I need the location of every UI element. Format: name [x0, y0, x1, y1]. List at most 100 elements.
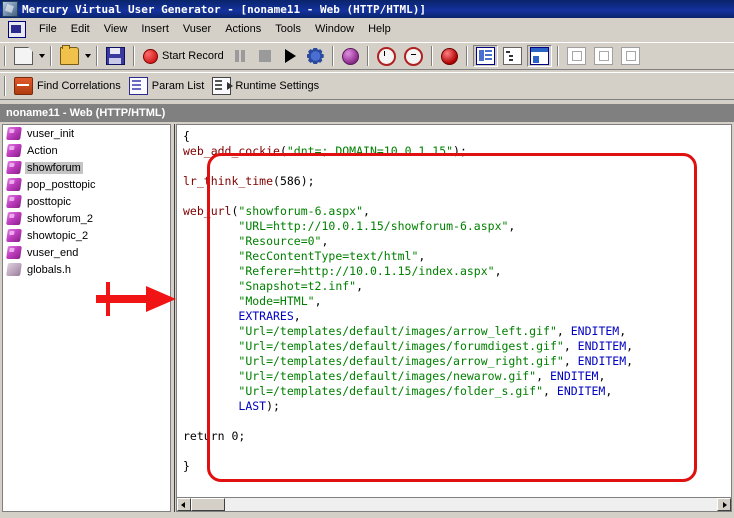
action-tree-panel[interactable]: vuser_init Action showforum pop_posttopicpo…	[2, 124, 170, 512]
secondary-toolbar: Find Correlations Param List Runtime Set…	[0, 72, 734, 100]
tree-view-icon	[475, 47, 495, 65]
main-toolbar: Start Record	[0, 42, 734, 70]
outline-view-icon	[502, 47, 522, 65]
new-document-icon	[14, 47, 33, 65]
tree-item-label: showforum_2	[27, 212, 94, 225]
compile-button[interactable]	[304, 45, 327, 67]
find-correlations-button[interactable]: Find Correlations	[11, 75, 124, 97]
clock-red-icon	[376, 46, 396, 66]
toolbar-separator	[96, 46, 98, 66]
scroll-thumb[interactable]	[191, 498, 225, 511]
tree-item-vuser-init[interactable]: vuser_init	[3, 125, 170, 142]
menu-item-help[interactable]: Help	[361, 21, 398, 37]
run-step-button[interactable]	[374, 45, 399, 67]
horizontal-scrollbar[interactable]	[177, 497, 731, 511]
code-editor-text-area[interactable]: { web_add_cockie("dnt=; DOMAIN=10.0.1.15…	[177, 125, 731, 497]
stop-square-icon	[259, 50, 272, 62]
menu-item-insert[interactable]: Insert	[134, 21, 176, 37]
tree-item-showforum-2[interactable]: showforum_2	[3, 210, 170, 227]
tree-view-button[interactable]	[472, 45, 498, 67]
step-over-button[interactable]	[591, 45, 616, 67]
document-title-text: noname11 - Web (HTTP/HTML)	[6, 107, 166, 119]
outline-view-button[interactable]	[500, 45, 525, 67]
script-code[interactable]: { web_add_cockie("dnt=; DOMAIN=10.0.1.15…	[183, 129, 731, 474]
tree-item-label: posttopic	[27, 195, 72, 208]
action-icon	[6, 161, 22, 174]
action-icon	[6, 144, 22, 157]
pane-divider[interactable]	[170, 124, 175, 512]
vuser-ball-button[interactable]	[339, 45, 362, 67]
runtime-settings-label: Runtime Settings	[235, 80, 320, 92]
script-view-button[interactable]	[526, 45, 552, 67]
window-title-text: Mercury Virtual User Generator - [noname…	[22, 2, 426, 16]
open-dropdown-chevron-down-icon[interactable]	[83, 46, 92, 66]
tree-item-label: globals.h	[27, 263, 72, 276]
globals-icon	[6, 263, 22, 276]
tree-item-label: Action	[27, 144, 58, 157]
menu-item-tools[interactable]: Tools	[268, 21, 308, 37]
stop-button[interactable]	[254, 45, 277, 67]
script-view-icon	[529, 47, 549, 65]
scroll-right-icon[interactable]	[717, 498, 731, 511]
action-icon	[6, 178, 22, 191]
find-correlations-label: Find Correlations	[37, 80, 121, 92]
step-out-button[interactable]	[618, 45, 643, 67]
param-list-button[interactable]: Param List	[126, 75, 208, 97]
open-button[interactable]	[57, 45, 82, 67]
new-button[interactable]	[11, 45, 36, 67]
toolbar-separator	[366, 46, 369, 66]
action-icon	[6, 195, 22, 208]
scroll-track[interactable]	[225, 498, 717, 511]
menu-item-window[interactable]: Window	[308, 21, 361, 37]
tree-item-showforum[interactable]: showforum	[3, 159, 170, 176]
menu-item-file[interactable]: File	[32, 21, 64, 37]
toolbar-separator	[430, 46, 433, 66]
param-list-label: Param List	[151, 80, 205, 92]
menu-item-actions[interactable]: Actions	[218, 21, 268, 37]
runtime-settings-button[interactable]: Runtime Settings	[209, 75, 322, 97]
menu-item-edit[interactable]: Edit	[64, 21, 97, 37]
think-time-button[interactable]	[401, 45, 426, 67]
save-disk-icon	[106, 47, 125, 65]
document-icon[interactable]	[8, 20, 26, 38]
correlations-icon	[14, 77, 33, 95]
toolbar-separator	[465, 46, 468, 66]
start-record-label: Start Record	[162, 50, 224, 62]
toolbar-separator	[556, 46, 559, 66]
step-into-button[interactable]	[564, 45, 589, 67]
gear-icon	[306, 48, 324, 64]
step-out-icon	[620, 47, 640, 65]
tree-item-posttopic[interactable]: posttopic	[3, 193, 170, 210]
tree-item-globals-h[interactable]: globals.h	[3, 261, 170, 278]
toolbar-separator	[331, 46, 334, 66]
menu-item-view[interactable]: View	[97, 21, 135, 37]
pause-icon	[232, 48, 249, 64]
tree-item-label: showtopic_2	[27, 229, 89, 242]
snapshot-button[interactable]	[438, 45, 461, 67]
step-over-icon	[593, 47, 613, 65]
tree-item-vuser-end[interactable]: vuser_end	[3, 244, 170, 261]
tree-item-action[interactable]: Action	[3, 142, 170, 159]
tree-item-pop-posttopic[interactable]: pop_posttopic	[3, 176, 170, 193]
mercury-app-icon[interactable]	[2, 1, 18, 17]
document-title-bar: noname11 - Web (HTTP/HTML)	[0, 104, 734, 122]
save-button[interactable]	[103, 45, 128, 67]
runtime-settings-icon	[212, 77, 234, 95]
start-record-button[interactable]: Start Record	[140, 45, 227, 67]
tree-item-label: showforum	[25, 161, 83, 174]
application-window: Mercury Virtual User Generator - [noname…	[0, 0, 734, 518]
run-button[interactable]	[279, 45, 302, 67]
scroll-left-icon[interactable]	[177, 498, 191, 511]
menu-item-vuser[interactable]: Vuser	[176, 21, 218, 37]
action-icon	[6, 127, 22, 140]
tree-item-showtopic-2[interactable]: showtopic_2	[3, 227, 170, 244]
code-editor-panel[interactable]: { web_add_cockie("dnt=; DOMAIN=10.0.1.15…	[176, 124, 732, 512]
new-dropdown-chevron-down-icon[interactable]	[37, 46, 46, 66]
pause-button[interactable]	[229, 45, 252, 67]
tree-item-label: vuser_end	[27, 246, 79, 259]
open-folder-icon	[60, 45, 79, 65]
tree-item-label: pop_posttopic	[27, 178, 96, 191]
step-into-icon	[566, 47, 586, 65]
play-triangle-icon	[282, 48, 299, 64]
clock-arrow-icon	[403, 46, 423, 66]
